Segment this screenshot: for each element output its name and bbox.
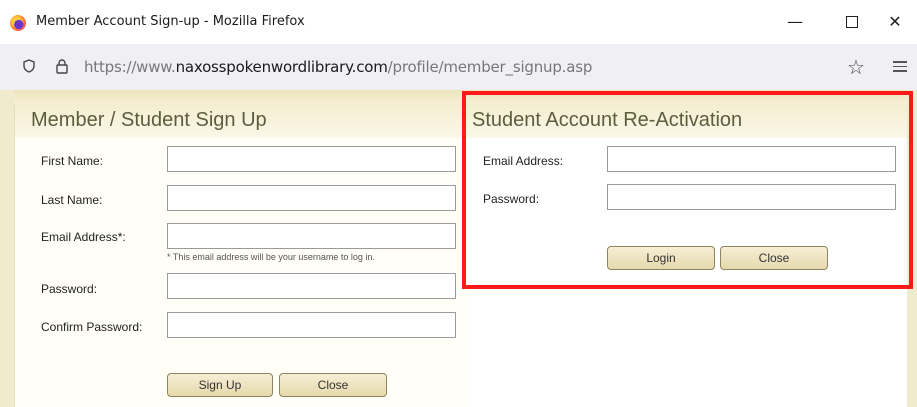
reactivation-email-input[interactable]	[607, 146, 896, 172]
reactivation-email-label: Email Address:	[483, 154, 564, 168]
window-titlebar: Member Account Sign-up - Mozilla Firefox…	[0, 0, 917, 44]
email-label: Email Address*:	[41, 230, 126, 244]
address-bar[interactable]: https://www.naxosspokenwordlibrary.com/p…	[0, 44, 917, 90]
last-name-input[interactable]	[167, 185, 456, 211]
url-path: /profile/member_signup.asp	[387, 58, 593, 76]
email-input[interactable]	[167, 223, 456, 249]
last-name-label: Last Name:	[41, 193, 103, 207]
confirm-password-label: Confirm Password:	[41, 320, 143, 334]
reactivation-password-label: Password:	[483, 192, 540, 206]
left-border-decoration	[0, 90, 14, 407]
minimize-button[interactable]: —	[780, 8, 810, 36]
window-title: Member Account Sign-up - Mozilla Firefox	[36, 14, 305, 29]
firefox-logo-icon	[10, 15, 26, 31]
password-label: Password:	[41, 282, 98, 296]
url-prefix: https://www.	[84, 58, 176, 76]
signup-title: Member / Student Sign Up	[31, 109, 267, 131]
sign-up-button[interactable]: Sign Up	[167, 373, 273, 397]
signup-panel: Member / Student Sign Up First Name: Las…	[14, 104, 467, 407]
page-content: Member / Student Sign Up First Name: Las…	[0, 90, 917, 407]
bookmark-star-icon[interactable]: ☆	[847, 55, 865, 80]
reactivation-title: Student Account Re-Activation	[472, 109, 743, 131]
login-button[interactable]: Login	[607, 246, 715, 270]
right-border-decoration	[907, 90, 917, 407]
email-note: * This email address will be your userna…	[167, 252, 375, 262]
reactivation-close-button[interactable]: Close	[720, 246, 828, 270]
first-name-input[interactable]	[167, 146, 456, 172]
url-domain: naxosspokenwordlibrary.com	[175, 58, 388, 76]
close-window-button[interactable]: ✕	[880, 8, 910, 36]
maximize-icon	[846, 16, 858, 28]
reactivation-password-input[interactable]	[607, 184, 896, 210]
signup-close-button[interactable]: Close	[279, 373, 387, 397]
reactivation-panel: Student Account Re-Activation Email Addr…	[466, 104, 907, 407]
confirm-password-input[interactable]	[167, 312, 456, 338]
first-name-label: First Name:	[41, 154, 104, 168]
lock-icon[interactable]	[55, 58, 69, 74]
maximize-button[interactable]	[837, 8, 867, 36]
password-input[interactable]	[167, 273, 456, 299]
hamburger-menu-icon[interactable]	[893, 58, 907, 75]
tracking-protection-shield-icon[interactable]	[23, 59, 35, 73]
url-text[interactable]: https://www.naxosspokenwordlibrary.com/p…	[84, 58, 592, 76]
